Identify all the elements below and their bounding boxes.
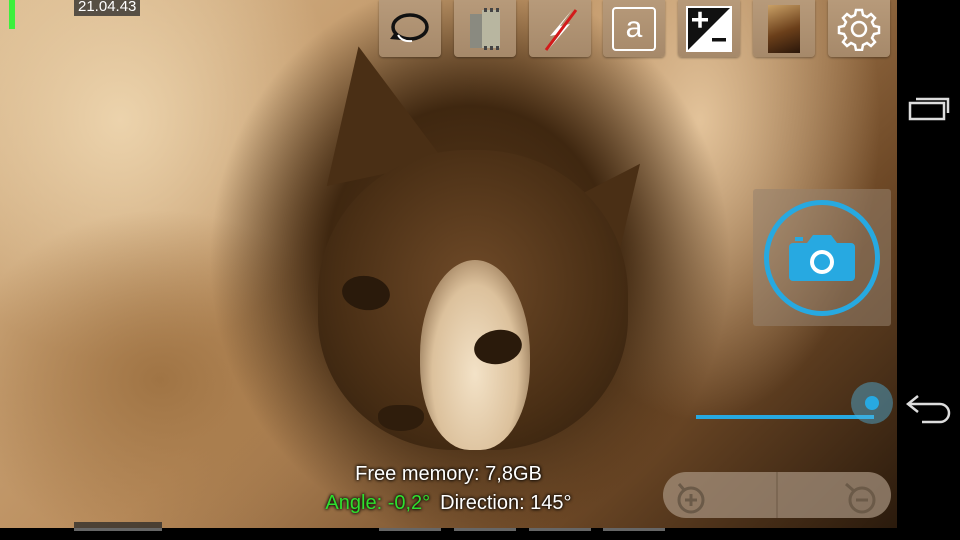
flash-off-button[interactable]	[529, 0, 591, 57]
cat-nose	[378, 405, 424, 431]
rotate-arrow-icon	[390, 12, 429, 42]
recent-apps-button[interactable]	[897, 78, 960, 138]
gear-icon	[837, 8, 881, 51]
zoom-slider-track[interactable]	[696, 415, 874, 419]
direction-text: Direction: 145°	[440, 492, 572, 514]
back-icon	[905, 395, 950, 424]
camera-preview[interactable]: 21.04.43 a Free memory: 7,8GB Angle: -0,…	[0, 0, 897, 528]
zoom-slider-thumb[interactable]	[851, 382, 893, 424]
film-roll-icon	[470, 7, 500, 50]
exposure-button[interactable]	[678, 0, 740, 57]
shutter-button[interactable]	[753, 189, 891, 326]
angle-text: Angle: -0,2°	[325, 492, 431, 514]
angle-direction-row: Angle: -0,2° Direction: 145°	[0, 492, 897, 515]
navigation-bar	[897, 0, 960, 540]
gallery-thumbnail-icon	[768, 4, 800, 53]
back-button[interactable]	[897, 377, 960, 437]
exposure-compensation-icon	[686, 5, 732, 52]
photo-mode-button[interactable]	[454, 0, 516, 57]
settings-button[interactable]	[828, 0, 890, 57]
flash-off-icon	[544, 8, 578, 51]
level-indicator	[9, 0, 15, 29]
camera-icon	[789, 234, 855, 281]
shutter-ring	[764, 199, 880, 316]
recent-apps-icon	[908, 97, 949, 121]
switch-camera-button[interactable]	[379, 0, 441, 57]
scene-auto-icon: a	[612, 6, 656, 51]
gallery-button[interactable]	[753, 0, 815, 57]
scene-mode-button[interactable]: a	[603, 0, 665, 57]
zoom-slider-thumb-core	[865, 396, 879, 410]
timestamp: 21.04.43	[74, 0, 141, 16]
free-memory-text: Free memory: 7,8GB	[355, 463, 542, 485]
